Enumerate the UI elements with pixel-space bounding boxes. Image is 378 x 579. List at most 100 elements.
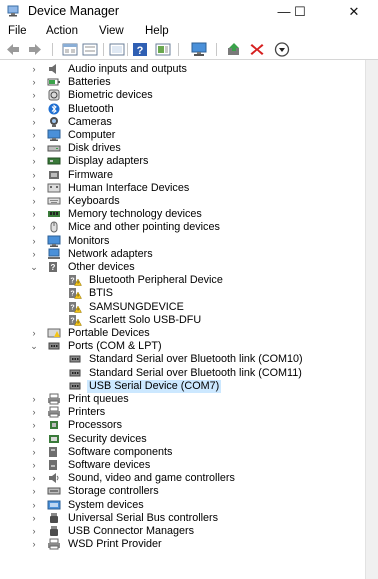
port-icon xyxy=(69,355,81,363)
expand-arrow-icon[interactable]: › xyxy=(30,64,38,74)
expand-arrow-icon[interactable]: › xyxy=(30,473,38,483)
expand-arrow-icon[interactable]: › xyxy=(30,90,38,100)
scan-hardware-icon[interactable] xyxy=(155,42,171,57)
tree-item[interactable]: ? Scarlett Solo USB-DFU xyxy=(0,314,360,327)
tree-item-label: Computer xyxy=(68,129,116,141)
unknown-device-warning-icon: ? xyxy=(69,288,82,300)
tree-item[interactable]: › Mice and other pointing devices xyxy=(0,221,360,234)
menu-help[interactable]: Help xyxy=(145,25,169,37)
tree-item[interactable]: ? BTIS xyxy=(0,287,360,300)
tree-item[interactable]: › System devices xyxy=(0,499,360,512)
tree-item[interactable]: › Processors xyxy=(0,419,360,432)
expand-arrow-icon[interactable]: › xyxy=(30,460,38,470)
tree-item[interactable]: › Software components xyxy=(0,446,360,459)
sound-icon xyxy=(49,473,59,484)
tree-item[interactable]: ⌄ Ports (COM & LPT) xyxy=(0,340,360,353)
tree-item[interactable]: › Batteries xyxy=(0,76,360,89)
expand-arrow-icon[interactable]: › xyxy=(30,77,38,87)
tree-item[interactable]: › Monitors xyxy=(0,235,360,248)
uninstall-icon[interactable] xyxy=(249,42,265,57)
expand-arrow-icon[interactable]: › xyxy=(30,328,38,338)
menu-view[interactable]: View xyxy=(99,25,124,37)
tree-item[interactable]: › Biometric devices xyxy=(0,89,360,102)
expand-arrow-icon[interactable]: › xyxy=(30,130,38,140)
expand-arrow-icon[interactable]: › xyxy=(30,170,38,180)
vertical-scrollbar[interactable] xyxy=(365,60,378,579)
expand-arrow-icon[interactable]: › xyxy=(30,539,38,549)
tree-item[interactable]: › Disk drives xyxy=(0,142,360,155)
back-icon[interactable] xyxy=(5,42,21,57)
tree-item[interactable]: ? Bluetooth Peripheral Device xyxy=(0,274,360,287)
expand-arrow-icon[interactable]: › xyxy=(30,183,38,193)
expand-arrow-icon[interactable]: › xyxy=(30,407,38,417)
expand-arrow-icon[interactable]: › xyxy=(30,394,38,404)
menu-action[interactable]: Action xyxy=(46,25,78,37)
tree-item[interactable]: › Memory technology devices xyxy=(0,208,360,221)
tree-item[interactable]: ? SAMSUNGDEVICE xyxy=(0,301,360,314)
tree-item-label: Software devices xyxy=(68,459,151,471)
tree-item-label: Storage controllers xyxy=(68,485,159,498)
tree-item[interactable]: › Network adapters xyxy=(0,248,360,261)
tree-item[interactable]: › Storage controllers xyxy=(0,485,360,498)
disable-icon[interactable] xyxy=(274,42,290,57)
monitor-icon[interactable] xyxy=(191,42,207,57)
expand-arrow-icon[interactable]: › xyxy=(30,236,38,246)
software-component-icon xyxy=(49,446,57,457)
tree-item[interactable]: › Universal Serial Bus controllers xyxy=(0,512,360,525)
tree-item[interactable]: › Software devices xyxy=(0,459,360,472)
add-driver-icon[interactable] xyxy=(226,42,242,57)
tree-item[interactable]: › Bluetooth xyxy=(0,103,360,116)
tree-item[interactable]: › Print queues xyxy=(0,393,360,406)
collapse-arrow-icon[interactable]: ⌄ xyxy=(30,341,38,351)
update-icon[interactable] xyxy=(82,42,98,57)
tree-item-label: Processors xyxy=(68,419,123,432)
view-icon[interactable] xyxy=(109,42,125,57)
port-icon xyxy=(48,342,60,350)
expand-arrow-icon[interactable]: › xyxy=(30,447,38,457)
tree-item-label: Bluetooth Peripheral Device xyxy=(89,274,223,287)
tree-item[interactable]: Standard Serial over Bluetooth link (COM… xyxy=(0,367,360,380)
properties-icon[interactable] xyxy=(62,42,78,57)
tree-item[interactable]: ⌄? Other devices xyxy=(0,261,360,274)
tree-item[interactable]: › Sound, video and game controllers xyxy=(0,472,360,485)
close-button[interactable]: ✕ xyxy=(338,0,370,24)
tree-item[interactable]: › Human Interface Devices xyxy=(0,182,360,195)
expand-arrow-icon[interactable]: › xyxy=(30,500,38,510)
processor-icon xyxy=(50,421,58,430)
expand-arrow-icon[interactable]: › xyxy=(30,434,38,444)
unknown-device-warning-icon: ? xyxy=(69,314,82,326)
expand-arrow-icon[interactable]: › xyxy=(30,156,38,166)
menu-file[interactable]: File xyxy=(8,25,27,37)
tree-item[interactable]: › Security devices xyxy=(0,433,360,446)
forward-icon[interactable] xyxy=(27,42,43,57)
tree-item[interactable]: › Computer xyxy=(0,129,360,142)
expand-arrow-icon[interactable]: › xyxy=(30,486,38,496)
expand-arrow-icon[interactable]: › xyxy=(30,209,38,219)
expand-arrow-icon[interactable]: › xyxy=(30,420,38,430)
expand-arrow-icon[interactable]: › xyxy=(30,249,38,259)
expand-arrow-icon[interactable]: › xyxy=(30,143,38,153)
tree-item[interactable]: › WSD Print Provider xyxy=(0,538,360,551)
tree-item[interactable]: › USB Connector Managers xyxy=(0,525,360,538)
expand-arrow-icon[interactable]: › xyxy=(30,513,38,523)
tree-item[interactable]: › Keyboards xyxy=(0,195,360,208)
expand-arrow-icon[interactable]: › xyxy=(30,222,38,232)
tree-item[interactable]: › Portable Devices xyxy=(0,327,360,340)
expand-arrow-icon[interactable]: › xyxy=(30,196,38,206)
expand-arrow-icon[interactable]: › xyxy=(30,117,38,127)
tree-item[interactable]: › Firmware xyxy=(0,169,360,182)
tree-item[interactable]: USB Serial Device (COM7) xyxy=(0,379,360,393)
unknown-device-warning-icon: ? xyxy=(69,275,82,286)
help-icon[interactable]: ? xyxy=(132,42,148,57)
tree-item-label: Display adapters xyxy=(68,155,149,168)
tree-item[interactable]: Standard Serial over Bluetooth link (COM… xyxy=(0,353,360,366)
tree-item-label: Printers xyxy=(68,406,106,419)
tree-item[interactable]: › Cameras xyxy=(0,116,360,129)
expand-arrow-icon[interactable]: › xyxy=(30,526,38,536)
collapse-arrow-icon[interactable]: ⌄ xyxy=(30,262,38,272)
maximize-button[interactable]: ☐ xyxy=(284,0,316,24)
tree-item[interactable]: › Display adapters xyxy=(0,155,360,168)
tree-item[interactable]: › Audio inputs and outputs xyxy=(0,63,360,76)
tree-item[interactable]: › Printers xyxy=(0,406,360,419)
expand-arrow-icon[interactable]: › xyxy=(30,104,38,114)
